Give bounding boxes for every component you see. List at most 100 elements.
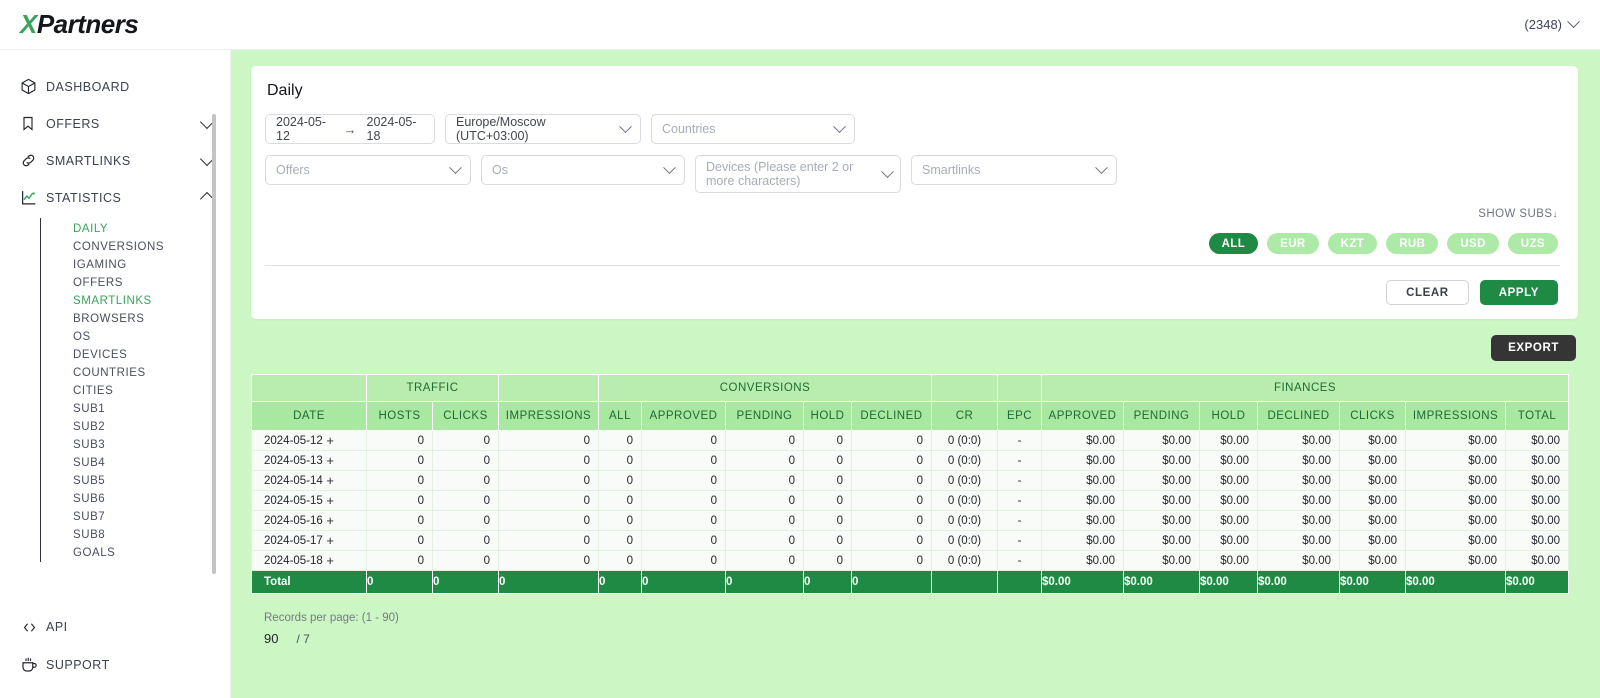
sidebar-item-dashboard[interactable]: DASHBOARD [0,68,230,105]
plus-icon[interactable]: + [326,513,356,528]
sidebar-subitem-cities[interactable]: CITIES [41,382,230,400]
sidebar-subitem-igaming[interactable]: IGAMING [41,256,230,274]
brand-logo[interactable]: XPartners [20,9,139,40]
sidebar-subitem-os[interactable]: OS [41,328,230,346]
cell-clicks: 0 [432,470,499,491]
offers-select[interactable]: Offers [265,155,471,185]
col-fin-impressions[interactable]: IMPRESSIONS [1405,401,1507,431]
col-conv-approved[interactable]: APPROVED [641,401,726,431]
col-conv-all[interactable]: ALL [598,401,642,431]
cell-impressions: 0 [498,550,599,571]
account-menu[interactable]: (2348) [1524,15,1580,32]
date-to: 2024-05-18 [366,115,417,143]
sidebar-item-statistics[interactable]: STATISTICS [0,179,230,216]
col-date[interactable]: DATE [251,401,367,431]
sidebar-item-support[interactable]: SUPPORT [0,646,230,684]
sidebar-subitem-sub3[interactable]: SUB3 [41,436,230,454]
cell-declined: 0 [850,510,933,531]
col-epc[interactable]: EPC [997,401,1043,431]
main-content: Daily 2024-05-12 → 2024-05-18 Europe/Mos… [231,50,1600,698]
cell-cr: 0 (0:0) [931,490,999,511]
smartlinks-placeholder: Smartlinks [922,163,981,177]
cell-epc: - [997,510,1043,531]
sidebar-subitem-sub6[interactable]: SUB6 [41,490,230,508]
sidebar-subitem-devices[interactable]: DEVICES [41,346,230,364]
sidebar-subitem-sub4[interactable]: SUB4 [41,454,230,472]
currency-chip-eur[interactable]: EUR [1267,233,1319,254]
sidebar-subitem-sub1[interactable]: SUB1 [41,400,230,418]
per-page-value[interactable]: 90 [264,631,278,646]
chevron-down-icon [833,119,846,133]
col-impressions[interactable]: IMPRESSIONS [498,401,599,431]
countries-select[interactable]: Countries [651,114,855,144]
sidebar-subitem-sub8[interactable]: SUB8 [41,526,230,544]
currency-chip-usd[interactable]: USD [1447,233,1499,254]
devices-select[interactable]: Devices (Please enter 2 or more characte… [695,155,901,193]
plus-icon[interactable]: + [326,453,356,468]
sidebar-subitem-sub7[interactable]: SUB7 [41,508,230,526]
currency-chip-kzt[interactable]: KZT [1327,233,1378,254]
sidebar-subitem-countries[interactable]: COUNTRIES [41,364,230,382]
cell-hold: $0.00 [1199,490,1259,511]
currency-chip-uzs[interactable]: UZS [1507,233,1558,254]
cell-hold: 0 [803,510,852,531]
sidebar-subitem-offers[interactable]: OFFERS [41,274,230,292]
chevron-down-icon [1567,15,1580,29]
col-fin-pending[interactable]: PENDING [1123,401,1201,431]
sidebar-subitem-smartlinks[interactable]: SMARTLINKS [41,292,230,310]
col-hosts[interactable]: HOSTS [366,401,433,431]
show-subs-row: SHOW SUBS↓ [265,204,1560,222]
col-conv-declined[interactable]: DECLINED [850,401,933,431]
plus-icon[interactable]: + [326,433,356,448]
cell-all: 0 [598,470,642,491]
col-fin-hold[interactable]: HOLD [1199,401,1259,431]
plus-icon[interactable]: + [326,553,356,568]
date-value: 2024-05-12 [264,434,323,447]
os-select[interactable]: Os [481,155,685,185]
cell-pending: $0.00 [1123,470,1201,491]
plus-icon[interactable]: + [326,493,356,508]
sidebar-item-offers[interactable]: OFFERS [0,105,230,142]
sidebar-item-smartlinks[interactable]: SMARTLINKS [0,142,230,179]
sidebar-subitem-browsers[interactable]: BROWSERS [41,310,230,328]
sidebar-subitem-conversions[interactable]: CONVERSIONS [41,238,230,256]
apply-button[interactable]: APPLY [1479,280,1558,305]
clear-button[interactable]: CLEAR [1386,280,1469,305]
cell-hold: 0 [803,490,852,511]
cell-total: $0.00 [1505,550,1570,571]
col-total[interactable]: TOTAL [1505,401,1570,431]
chevron-down-icon [449,160,462,174]
cell-declined: $0.00 [1257,490,1341,511]
sidebar-subitem-goals[interactable]: GOALS [41,544,230,562]
group-header-traffic: TRAFFIC [366,374,499,402]
date-range-input[interactable]: 2024-05-12 → 2024-05-18 [265,114,435,144]
timezone-select[interactable]: Europe/Moscow (UTC+03:00) [445,114,641,144]
plus-icon[interactable]: + [326,473,356,488]
sidebar-subitem-sub5[interactable]: SUB5 [41,472,230,490]
currency-chip-all[interactable]: ALL [1208,233,1259,254]
sidebar-scrollbar[interactable] [212,114,216,608]
coffee-cup-icon [20,656,46,674]
cell-clicks: $0.00 [1339,550,1407,571]
sidebar-subitem-sub2[interactable]: SUB2 [41,418,230,436]
col-cr[interactable]: CR [931,401,999,431]
col-fin-clicks[interactable]: CLICKS [1339,401,1407,431]
cell-cr: 0 (0:0) [931,430,999,451]
cell-date: 2024-05-16 + [251,510,367,531]
col-clicks[interactable]: CLICKS [432,401,499,431]
sidebar-scrollbar-thumb[interactable] [212,114,216,574]
col-fin-approved[interactable]: APPROVED [1041,401,1125,431]
col-conv-hold[interactable]: HOLD [803,401,852,431]
export-button[interactable]: EXPORT [1491,335,1576,361]
cell-epc: - [997,470,1043,491]
currency-chip-rub[interactable]: RUB [1386,233,1439,254]
col-fin-declined[interactable]: DECLINED [1257,401,1341,431]
table-footer: Total 0 0 0 0 0 0 0 0 $0.00 $0.00 $0.00 $0.00 $0.00 $0… [251,570,1570,594]
smartlinks-select[interactable]: Smartlinks [911,155,1117,185]
sidebar-subitem-daily[interactable]: DAILY [41,220,230,238]
show-subs-toggle[interactable]: SHOW SUBS↓ [1478,208,1558,220]
brand-logo-rest: Partners [36,9,139,39]
sidebar-item-api[interactable]: API [0,608,230,646]
plus-icon[interactable]: + [326,533,356,548]
col-conv-pending[interactable]: PENDING [725,401,804,431]
